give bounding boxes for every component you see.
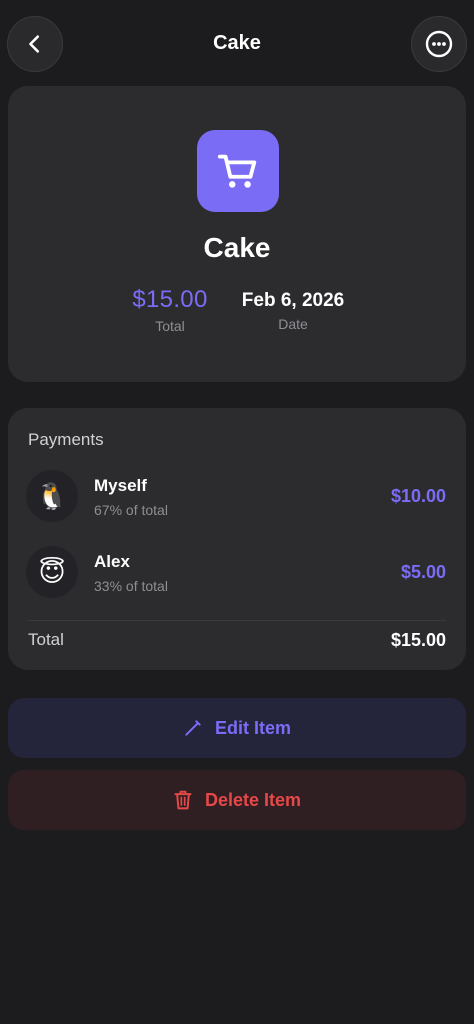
- total-amount-stat: $15.00 Total: [120, 286, 220, 334]
- trash-icon: [174, 790, 192, 810]
- more-options-button[interactable]: [411, 16, 467, 72]
- payer-name: Myself: [94, 476, 147, 495]
- edit-item-button[interactable]: Edit Item: [8, 698, 466, 758]
- delete-item-label: Delete Item: [204, 789, 302, 810]
- header: Cake: [0, 0, 474, 88]
- total-amount: $15.00: [132, 286, 208, 313]
- date-caption: Date: [278, 316, 308, 332]
- total-amount-caption: Total: [155, 318, 185, 334]
- payer-percent: 67% of total: [94, 502, 168, 518]
- avatar: 🐧: [26, 470, 78, 522]
- delete-item-button[interactable]: Delete Item: [8, 770, 466, 830]
- item-summary-card: Cake $15.00 Total Feb 6, 2026 Date: [8, 86, 466, 382]
- date-stat: Feb 6, 2026 Date: [234, 286, 352, 332]
- shopping-cart-icon: [197, 130, 279, 212]
- payer-percent: 33% of total: [94, 578, 168, 594]
- item-name: Cake: [203, 232, 271, 263]
- payments-total-value: $15.00: [390, 630, 446, 650]
- payer-amount: $10.00: [390, 486, 446, 506]
- payment-row-alex[interactable]: 😇 Alex 33% of total $5.00: [8, 546, 466, 606]
- pencil-icon: [185, 720, 201, 736]
- avatar: 😇: [26, 546, 78, 598]
- payments-total-label: Total: [28, 630, 64, 649]
- payer-name: Alex: [94, 552, 130, 571]
- more-options-icon: [425, 30, 453, 58]
- payments-title: Payments: [28, 430, 104, 449]
- payment-row-myself[interactable]: 🐧 Myself 67% of total $10.00: [8, 470, 466, 530]
- divider: [28, 620, 446, 621]
- payments-card: Payments 🐧 Myself 67% of total $10.00 😇 …: [8, 408, 466, 670]
- item-detail-screen: Cake Cake $15.00 Total Feb 6, 2026 Date …: [0, 0, 474, 1024]
- page-title: Cake: [213, 32, 261, 54]
- payer-amount: $5.00: [400, 562, 446, 582]
- edit-item-label: Edit Item: [214, 717, 291, 738]
- item-date: Feb 6, 2026: [241, 290, 345, 311]
